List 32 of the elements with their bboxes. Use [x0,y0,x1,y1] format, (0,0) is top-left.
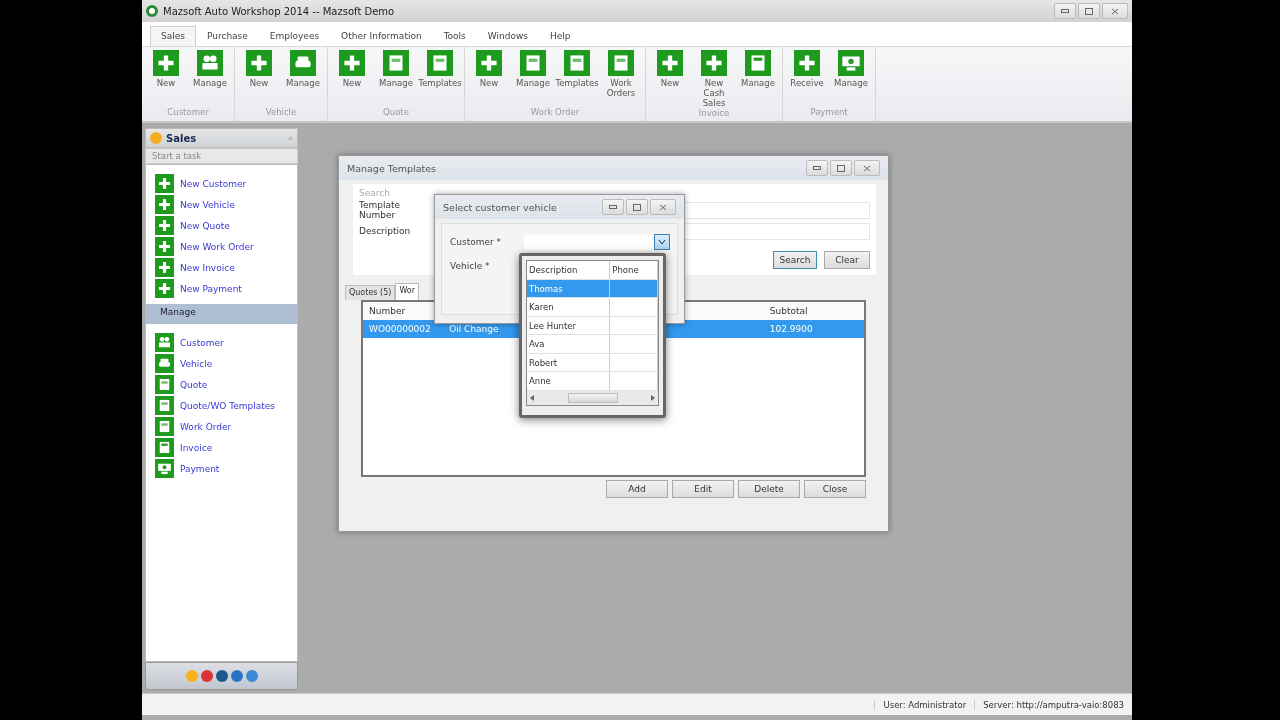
field-label: Customer * [450,237,503,247]
column-header: Phone [610,261,658,279]
sidebar-subtitle: Start a task [145,148,298,164]
field-label: Template Number [359,200,402,220]
ribbon-group-label: Invoice [697,108,731,120]
ribbon-group-label: Work Order [529,107,581,119]
table-cell: 102.9900 [769,324,813,334]
sidebar-title: Sales [166,132,198,144]
status-user: User: Administrator [874,699,975,710]
list-cell: Robert [527,353,611,371]
ribbon-group-label: Quote [382,107,410,119]
column-header: Description [527,261,611,279]
dialog-title: Select customer vehicle [443,201,558,213]
list-cell: Karen [527,298,611,316]
field-label: Vehicle * [450,261,491,271]
column-header: Subtotal [769,306,808,316]
field-label: Description [359,226,412,236]
ribbon-group-label: Vehicle [264,107,298,119]
group-label: Search [359,188,391,198]
column-header: Number [369,306,406,316]
window-title: Manage Templates [347,162,438,174]
ribbon-group-label: Payment [809,107,849,119]
section-header: Manage [146,304,297,324]
ribbon-group-label: Customer [166,107,210,119]
table-cell: Oil Change [449,324,499,334]
status-server: Server: http://amputra-vaio:8083 [974,699,1132,710]
list-cell: Ava [527,335,611,353]
list-cell: Anne [527,372,611,390]
list-cell: Lee Hunter [527,316,611,334]
window-title: Mazsoft Auto Workshop 2014 -- Mazsoft Demo [163,5,396,17]
table-cell: WO00000002 [369,324,431,334]
list-cell: Thomas [527,279,611,297]
